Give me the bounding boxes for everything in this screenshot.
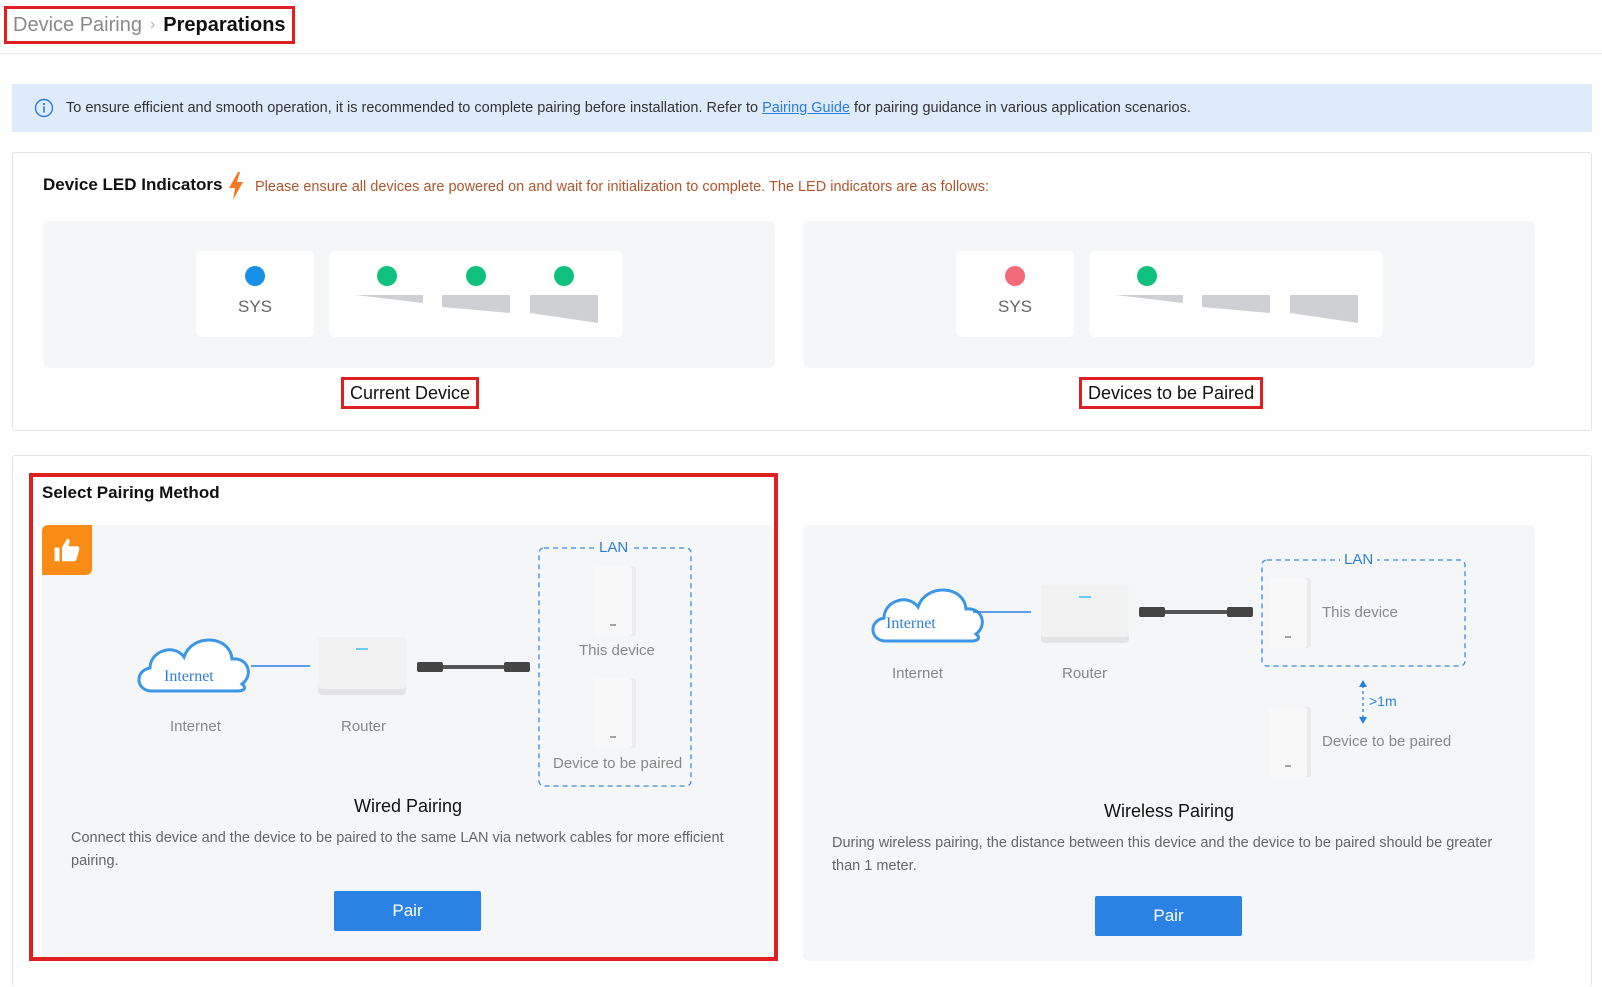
wireless-pair-button[interactable]: Pair [1095,896,1242,936]
router-icon [1041,585,1129,643]
notice-text-before: To ensure efficient and smooth operation… [66,100,759,116]
led-section-title: Device LED Indicators [43,175,223,194]
pairing-guide-link[interactable]: Pairing Guide [762,100,850,116]
led-note: Please ensure all devices are powered on… [255,179,989,195]
info-icon [34,98,54,118]
distance-label: >1m [1369,693,1397,709]
signal-indicator [1089,251,1383,337]
internet-label: Internet [892,665,943,682]
current-device-caption: Current Device [341,377,480,409]
devices-to-be-paired-caption: Devices to be Paired [1079,377,1264,409]
device-to-be-paired-label: Device to be paired [1322,733,1452,750]
lan-label: LAN [1340,551,1378,568]
this-device-label: This device [1322,604,1398,621]
wireless-pairing-title: Wireless Pairing [1103,801,1235,821]
signal-led-dot-1 [1137,266,1157,286]
sys-indicator: SYS [196,251,314,337]
wireless-pairing-option[interactable]: Internet LAN Internet Router This device… [803,525,1535,961]
sys-led-dot [1005,266,1025,286]
router-label: Router [1062,665,1108,682]
selected-method-highlight [29,473,778,961]
ethernet-cable-icon [1139,607,1253,617]
breadcrumb-parent[interactable]: Device Pairing [13,14,142,37]
notice-text-after: for pairing guidance in various applicat… [853,100,1191,116]
select-pairing-method-title: Select Pairing Method [42,483,220,502]
current-device-led-panel: SYS [43,221,775,368]
led-indicators-card: Device LED Indicators Please ensure all … [12,152,1592,431]
signal-bar-2 [442,295,510,313]
signal-led-dot-1 [377,266,397,286]
distance-arrow-icon [1359,680,1367,724]
sys-label: SYS [997,297,1033,316]
signal-bar-1 [1115,295,1183,303]
signal-indicator [329,251,623,337]
paired-device-led-panel: SYS [803,221,1535,368]
signal-led-dot-2 [466,266,486,286]
lightning-icon [229,172,243,200]
signal-led-dot-3 [554,266,574,286]
signal-bar-2 [1202,295,1270,313]
signal-bar-3 [530,295,598,323]
breadcrumb: Device Pairing › Preparations [4,6,295,44]
signal-bar-3 [1290,295,1358,323]
internet-cloud-label: Internet [886,615,936,632]
device-to-be-paired-icon [1269,707,1311,777]
sys-label: SYS [237,297,273,316]
sys-led-dot [245,266,265,286]
info-notice: To ensure efficient and smooth operation… [12,84,1592,132]
this-device-icon [1269,578,1311,648]
breadcrumb-current: Preparations [163,13,286,36]
sys-indicator: SYS [956,251,1074,337]
page-header: Device Pairing › Preparations [0,0,1602,54]
chevron-right-icon: › [149,16,156,33]
wireless-pairing-description: During wireless pairing, the distance be… [832,835,1493,874]
pairing-method-card: Internet LAN Internet Router This device… [12,455,1592,987]
signal-bar-1 [355,295,423,303]
